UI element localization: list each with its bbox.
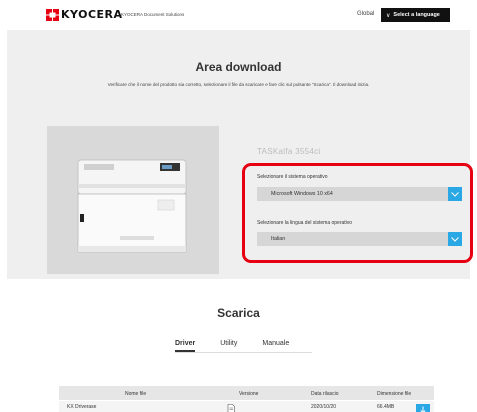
- tabs-divider: [175, 352, 312, 353]
- file-date: 2020/10/20: [311, 404, 337, 410]
- kyocera-logo[interactable]: KYOCERA: [46, 9, 123, 21]
- table-row: KX Driverase 2020/10/20 66.4MB: [59, 400, 434, 412]
- os-language-label: Selezionare la lingua del sistema operat…: [257, 220, 353, 226]
- printer-image: [74, 154, 192, 261]
- site-header: KYOCERA KYOCERA Document Solutions Globa…: [0, 0, 477, 30]
- chevron-down-icon: [448, 187, 462, 201]
- column-header-name: Nome file: [125, 391, 147, 397]
- chevron-down-icon: ∨: [386, 12, 391, 19]
- tab-manuale[interactable]: Manuale: [262, 340, 289, 352]
- tab-utility[interactable]: Utility: [220, 340, 237, 352]
- download-tabs: Driver Utility Manuale: [175, 340, 289, 352]
- select-language-label: Select a language: [393, 12, 440, 18]
- chevron-down-icon: [448, 232, 462, 246]
- file-name[interactable]: KX Driverase: [67, 404, 96, 410]
- global-link[interactable]: Global: [357, 11, 374, 17]
- file-size: 66.4MB: [377, 404, 395, 410]
- logo-subtitle: KYOCERA Document Solutions: [121, 12, 185, 17]
- os-select[interactable]: Microsoft Windows 10 x64: [257, 187, 462, 201]
- downloads-section-title: Scarica: [217, 306, 260, 320]
- column-header-version: Versione: [239, 391, 259, 397]
- logo-text: KYOCERA: [61, 8, 123, 21]
- column-header-date: Data rilascio: [311, 391, 339, 397]
- download-button[interactable]: [416, 404, 430, 412]
- document-icon[interactable]: [227, 404, 235, 412]
- tab-driver[interactable]: Driver: [175, 340, 196, 352]
- page-description: Verificare che il nome del prodotto sia …: [107, 82, 370, 87]
- kyocera-logo-mark-icon: [46, 9, 59, 21]
- table-header: Nome file Versione Data rilascio Dimensi…: [59, 386, 434, 400]
- product-image-panel: [47, 126, 219, 274]
- column-header-size: Dimensione file: [377, 391, 412, 397]
- os-language-select[interactable]: Italian: [257, 232, 462, 246]
- os-label: Selezionare il sistema operativo: [257, 174, 328, 180]
- select-language-button[interactable]: ∨ Select a language: [381, 8, 450, 22]
- page-title: Area download: [195, 60, 282, 74]
- product-model-name: TASKalfa 3554ci: [257, 147, 321, 156]
- os-language-select-value: Italian: [271, 236, 286, 242]
- downloads-table: Nome file Versione Data rilascio Dimensi…: [59, 386, 434, 412]
- os-select-value: Microsoft Windows 10 x64: [271, 191, 333, 197]
- download-arrow-icon: [420, 406, 426, 412]
- download-area: Area download Verificare che il nome del…: [7, 30, 473, 279]
